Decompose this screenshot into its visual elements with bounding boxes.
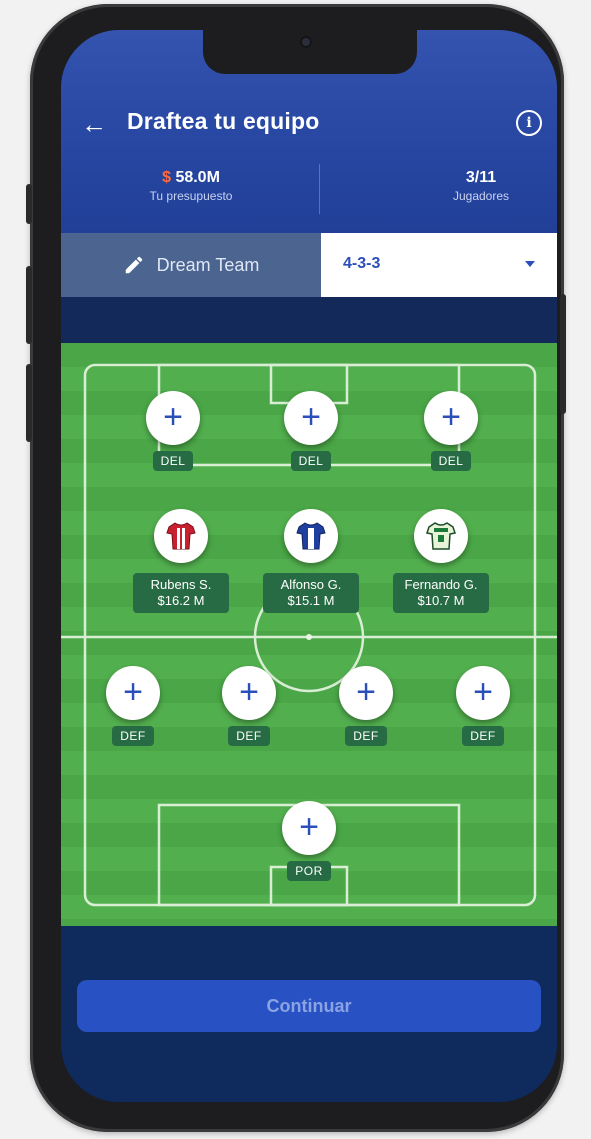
- slot-midfielder-left[interactable]: Rubens S. $16.2 M: [121, 509, 241, 613]
- position-badge: DEL: [290, 451, 332, 471]
- slot-forward-right: + DEL: [391, 391, 511, 471]
- page-title: Draftea tu equipo: [127, 108, 320, 134]
- add-player-button[interactable]: +: [146, 391, 200, 445]
- header-spacer: [61, 297, 557, 343]
- add-player-button[interactable]: +: [339, 666, 393, 720]
- currency-symbol: $: [162, 169, 171, 186]
- jersey-icon: [166, 522, 196, 550]
- jersey-icon: [296, 522, 326, 550]
- slot-midfielder-center[interactable]: Alfonso G. $15.1 M: [251, 509, 371, 613]
- position-badge: DEL: [430, 451, 472, 471]
- player-name: Alfonso G.: [280, 577, 342, 592]
- volume-down-button: [26, 364, 32, 442]
- slot-defender-4: + DEF: [423, 666, 543, 746]
- continue-button[interactable]: Continuar: [77, 980, 541, 1032]
- add-player-button[interactable]: +: [424, 391, 478, 445]
- team-name-button[interactable]: Dream Team: [61, 233, 321, 297]
- slot-defender-2: + DEF: [189, 666, 309, 746]
- position-badge: POR: [287, 861, 331, 881]
- app-screen: ← Draftea tu equipo i $ 58.0M Tu presupu…: [61, 30, 557, 1102]
- player-name: Rubens S.: [150, 577, 212, 592]
- player-avatar: [154, 509, 208, 563]
- players-label: Jugadores: [452, 189, 510, 203]
- jersey-icon: [426, 522, 456, 550]
- add-player-button[interactable]: +: [282, 801, 336, 855]
- slot-defender-1: + DEF: [73, 666, 193, 746]
- position-badge: DEF: [112, 726, 154, 746]
- chevron-down-icon: [525, 261, 535, 267]
- player-avatar: [284, 509, 338, 563]
- position-badge: DEF: [228, 726, 270, 746]
- formation-select[interactable]: 4-3-3: [321, 233, 557, 297]
- pencil-icon: [125, 256, 142, 274]
- team-name: Dream Team: [156, 254, 260, 275]
- back-arrow-icon[interactable]: ←: [79, 110, 109, 138]
- players-stat: 3/11 Jugadores: [421, 169, 541, 203]
- add-player-button[interactable]: +: [106, 666, 160, 720]
- slot-forward-center: + DEL: [251, 391, 371, 471]
- power-button: [560, 294, 566, 414]
- add-player-button[interactable]: +: [284, 391, 338, 445]
- slot-midfielder-right[interactable]: Fernando G. $10.7 M: [381, 509, 501, 613]
- team-settings-row: Dream Team 4-3-3: [61, 233, 557, 297]
- footer: Continuar: [61, 926, 557, 1102]
- player-card: Alfonso G. $15.1 M: [263, 573, 359, 613]
- volume-up-button: [26, 266, 32, 344]
- add-player-button[interactable]: +: [456, 666, 510, 720]
- stats-divider: [319, 164, 320, 214]
- position-badge: DEF: [345, 726, 387, 746]
- players-count: 3/11: [465, 169, 497, 186]
- player-price: $10.7 M: [417, 593, 465, 608]
- position-badge: DEF: [462, 726, 504, 746]
- player-name: Fernando G.: [404, 577, 478, 592]
- player-card: Rubens S. $16.2 M: [133, 573, 229, 613]
- add-player-button[interactable]: +: [222, 666, 276, 720]
- info-icon[interactable]: i: [516, 110, 542, 136]
- slot-goalkeeper: + POR: [249, 801, 369, 881]
- soccer-pitch: + DEL + DEL + DEL Rubens S. $16.2 M Alfo…: [61, 343, 557, 926]
- camera-icon: [300, 36, 312, 48]
- budget-stat: $ 58.0M Tu presupuesto: [121, 169, 261, 203]
- notch: [203, 30, 417, 74]
- player-card: Fernando G. $10.7 M: [393, 573, 489, 613]
- formation-value: 4-3-3: [343, 255, 381, 272]
- slot-defender-3: + DEF: [306, 666, 426, 746]
- position-badge: DEL: [152, 451, 194, 471]
- player-price: $15.1 M: [287, 593, 335, 608]
- budget-value: 58.0M: [175, 169, 220, 186]
- budget-label: Tu presupuesto: [149, 189, 233, 203]
- slot-forward-left: + DEL: [113, 391, 233, 471]
- player-avatar: [414, 509, 468, 563]
- mute-switch: [26, 184, 32, 224]
- player-price: $16.2 M: [157, 593, 205, 608]
